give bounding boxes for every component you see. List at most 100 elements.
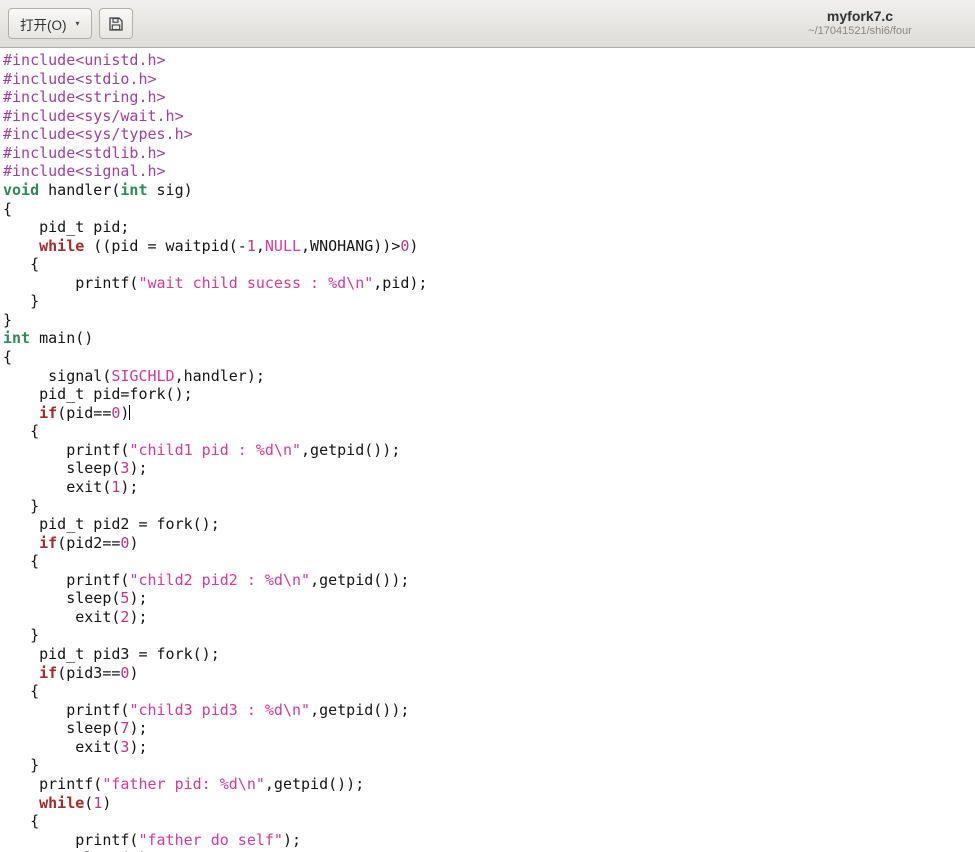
- code-token: "child2 pid2 : %d\n": [129, 570, 311, 589]
- code-token: );: [129, 459, 148, 478]
- code-token: );: [129, 719, 148, 738]
- code-token: 1: [246, 236, 256, 255]
- code-line: }: [3, 311, 975, 330]
- code-token: if: [39, 663, 58, 682]
- code-line: exit(1);: [3, 478, 975, 497]
- code-token: "father pid: %d\n": [102, 774, 265, 793]
- code-token: );: [129, 589, 148, 608]
- code-line: printf("father do self");: [3, 831, 975, 850]
- code-line: if(pid2==0): [3, 534, 975, 553]
- code-line: {: [3, 348, 975, 367]
- code-token: sleep(: [3, 459, 121, 478]
- code-token: ): [120, 403, 130, 422]
- headerbar-left-group: 打开(O) ▾: [8, 8, 133, 39]
- code-line: while ((pid = waitpid(-1,NULL,WNOHANG))>…: [3, 237, 975, 256]
- code-token: ,getpid());: [310, 570, 410, 589]
- code-token: }: [3, 496, 40, 515]
- code-token: {: [3, 682, 40, 701]
- code-token: printf(: [3, 700, 130, 719]
- code-line: #include<stdlib.h>: [3, 144, 975, 163]
- code-token: exit(: [3, 607, 121, 626]
- code-line: pid_t pid=fork();: [3, 385, 975, 404]
- code-token: ,pid);: [373, 273, 428, 292]
- code-token: SIGCHLD: [111, 366, 175, 385]
- code-token: #include<sys/types.h>: [3, 125, 193, 144]
- code-token: while: [39, 236, 85, 255]
- code-token: printf(: [3, 273, 139, 292]
- code-token: #include<signal.h>: [3, 162, 166, 181]
- code-line: int main(): [3, 329, 975, 348]
- code-token: ,getpid());: [310, 700, 410, 719]
- code-line: exit(3);: [3, 738, 975, 757]
- code-token: if: [39, 533, 58, 552]
- code-line: printf("child1 pid : %d\n",getpid());: [3, 441, 975, 460]
- code-token: main(): [30, 329, 94, 348]
- code-line: {: [3, 255, 975, 274]
- code-line: printf("child2 pid2 : %d\n",getpid());: [3, 571, 975, 590]
- code-line: #include<sys/wait.h>: [3, 107, 975, 126]
- code-line: signal(SIGCHLD,handler);: [3, 367, 975, 386]
- code-line: #include<unistd.h>: [3, 51, 975, 70]
- text-cursor: [129, 404, 131, 420]
- code-line: }: [3, 497, 975, 516]
- window-title: myfork7.c: [826, 7, 894, 24]
- code-token: ,WNOHANG))>: [301, 236, 401, 255]
- save-button[interactable]: [98, 8, 133, 39]
- code-token: ((pid = waitpid(-: [84, 236, 247, 255]
- code-token: {: [3, 348, 13, 366]
- code-token: pid_t pid;: [3, 218, 130, 237]
- code-token: sleep(: [3, 589, 121, 608]
- code-token: NULL: [264, 236, 302, 255]
- code-token: exit(: [3, 737, 121, 756]
- code-token: sig): [147, 180, 193, 199]
- code-token: int: [3, 329, 31, 348]
- code-token: "wait child sucess : %d\n": [138, 273, 374, 292]
- code-token: #include<sys/wait.h>: [3, 106, 184, 125]
- code-token: {: [3, 552, 40, 571]
- code-token: ): [129, 533, 139, 552]
- code-token: void: [3, 180, 40, 199]
- code-token: printf(: [3, 774, 103, 793]
- code-token: "child3 pid3 : %d\n": [129, 700, 311, 719]
- code-line: #include<signal.h>: [3, 162, 975, 181]
- code-token: ,handler);: [174, 366, 265, 385]
- code-line: }: [3, 292, 975, 311]
- code-token: if: [39, 403, 58, 422]
- code-line: {: [3, 812, 975, 831]
- code-line: pid_t pid;: [3, 218, 975, 237]
- code-token: ): [129, 663, 139, 682]
- code-line: printf("wait child sucess : %d\n",pid);: [3, 274, 975, 293]
- window-title-stack: myfork7.c ~/17041521/shi6/four: [760, 0, 960, 47]
- code-token: }: [3, 292, 40, 311]
- code-line: sleep(3);: [3, 459, 975, 478]
- code-token: printf(: [3, 830, 139, 849]
- code-token: ): [102, 793, 112, 812]
- code-token: (pid2==: [57, 533, 121, 552]
- code-token: printf(: [3, 440, 130, 459]
- code-token: );: [120, 477, 139, 496]
- code-line: sleep(5);: [3, 589, 975, 608]
- code-token: signal(: [3, 366, 112, 385]
- window-subtitle: ~/17041521/shi6/four: [808, 25, 912, 38]
- open-button[interactable]: 打开(O) ▾: [8, 8, 92, 39]
- code-token: ,: [255, 236, 265, 255]
- code-line: }: [3, 756, 975, 775]
- code-token: #include<string.h>: [3, 88, 166, 107]
- code-editor[interactable]: #include<unistd.h> #include<stdio.h> #incl…: [0, 48, 975, 852]
- code-token: {: [3, 422, 40, 441]
- code-token: while: [39, 793, 85, 812]
- code-token: );: [129, 607, 148, 626]
- code-token: {: [3, 199, 13, 218]
- code-token: (pid==: [57, 403, 112, 422]
- code-token: );: [282, 830, 302, 849]
- code-line: {: [3, 552, 975, 571]
- code-token: ,getpid());: [264, 774, 365, 793]
- code-line: {: [3, 422, 975, 441]
- code-line: pid_t pid3 = fork();: [3, 645, 975, 664]
- code-token: #include<stdlib.h>: [3, 143, 166, 162]
- code-token: (pid3==: [57, 663, 121, 682]
